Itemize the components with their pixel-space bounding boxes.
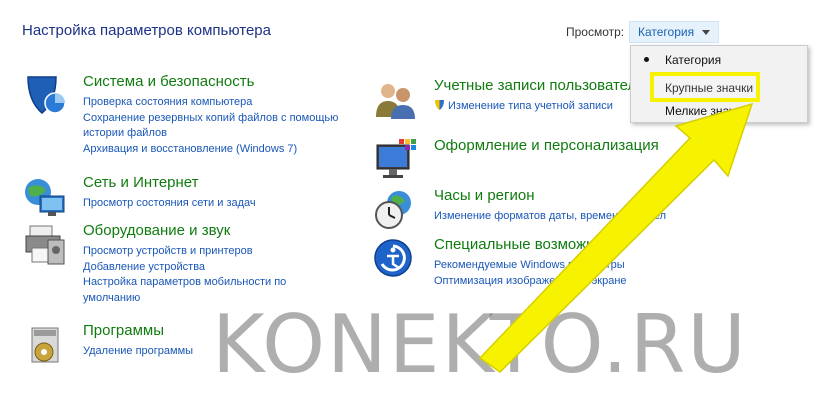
- arrow-annotation: [478, 102, 754, 373]
